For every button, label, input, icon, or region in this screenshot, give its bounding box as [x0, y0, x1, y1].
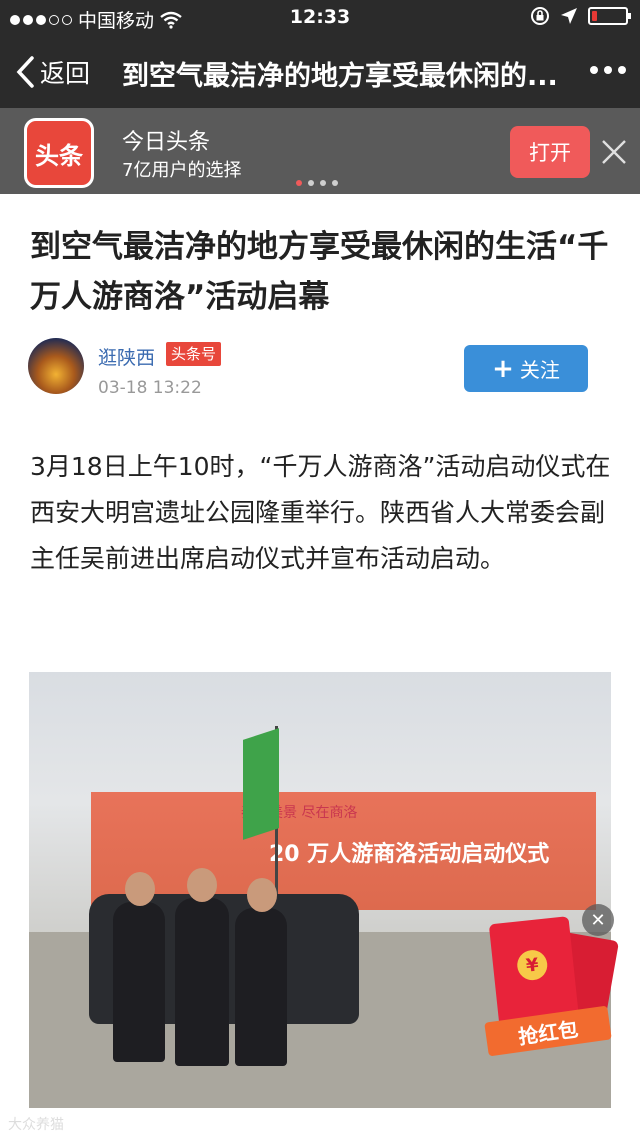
watermark: 大众养猫 [8, 1117, 64, 1133]
status-bar: 中国移动 12:33 [0, 0, 640, 36]
photo-person [113, 902, 165, 1062]
photo-person [235, 908, 287, 1066]
photo-flag [243, 728, 279, 840]
battery-level [592, 11, 597, 21]
app-logo: 头条 [24, 118, 94, 188]
app-name: 今日头条 [122, 130, 211, 155]
page-title: 到空气最洁净的地方享受最休闲的... [122, 61, 558, 92]
red-packet-widget[interactable]: ¥ 抢红包 [484, 914, 620, 1057]
plus-icon: + [492, 353, 514, 384]
app-slogan: 7亿用户的选择 [122, 160, 242, 181]
back-button[interactable]: 返回 [14, 54, 90, 90]
battery-icon [588, 7, 631, 25]
close-icon[interactable] [600, 138, 628, 166]
photo-person-head [247, 878, 277, 912]
yuan-icon: ¥ [515, 948, 549, 982]
photo-person-head [187, 868, 217, 902]
post-timestamp: 03-18 13:22 [98, 378, 202, 398]
avatar[interactable] [28, 338, 84, 394]
chevron-left-icon [16, 56, 34, 88]
photo-person [175, 898, 229, 1066]
navigation-bar: 返回 到空气最洁净的地方享受最休闲的... [0, 36, 640, 108]
banner-pager [296, 180, 338, 186]
photo-billboard: 秦岭美景 尽在商洛 20 万人游商洛活动启动仪式 [91, 792, 596, 910]
article-body: 3月18日上午10时，“千万人游商洛”活动启动仪式在西安大明宫遗址公园隆重举行。… [30, 452, 611, 573]
photo-person-head [125, 872, 155, 906]
more-dots-icon[interactable] [590, 66, 626, 74]
open-app-button[interactable]: 打开 [510, 126, 590, 178]
billboard-title: 20 万人游商洛活动启动仪式 [269, 842, 550, 867]
author-name[interactable]: 逛陕西 [98, 343, 155, 370]
follow-label: 关注 [519, 358, 560, 382]
author-badge: 头条号 [166, 342, 222, 366]
status-right [530, 6, 631, 26]
rotation-lock-icon [531, 7, 549, 25]
article-title: 到空气最洁净的地方享受最休闲的生活“千万人游商洛”活动启幕 [30, 229, 609, 315]
back-label: 返回 [40, 59, 91, 88]
location-arrow-icon [561, 8, 577, 24]
follow-button[interactable]: + 关注 [464, 345, 588, 392]
app-download-banner: 头条 今日头条 7亿用户的选择 打开 [0, 108, 640, 194]
